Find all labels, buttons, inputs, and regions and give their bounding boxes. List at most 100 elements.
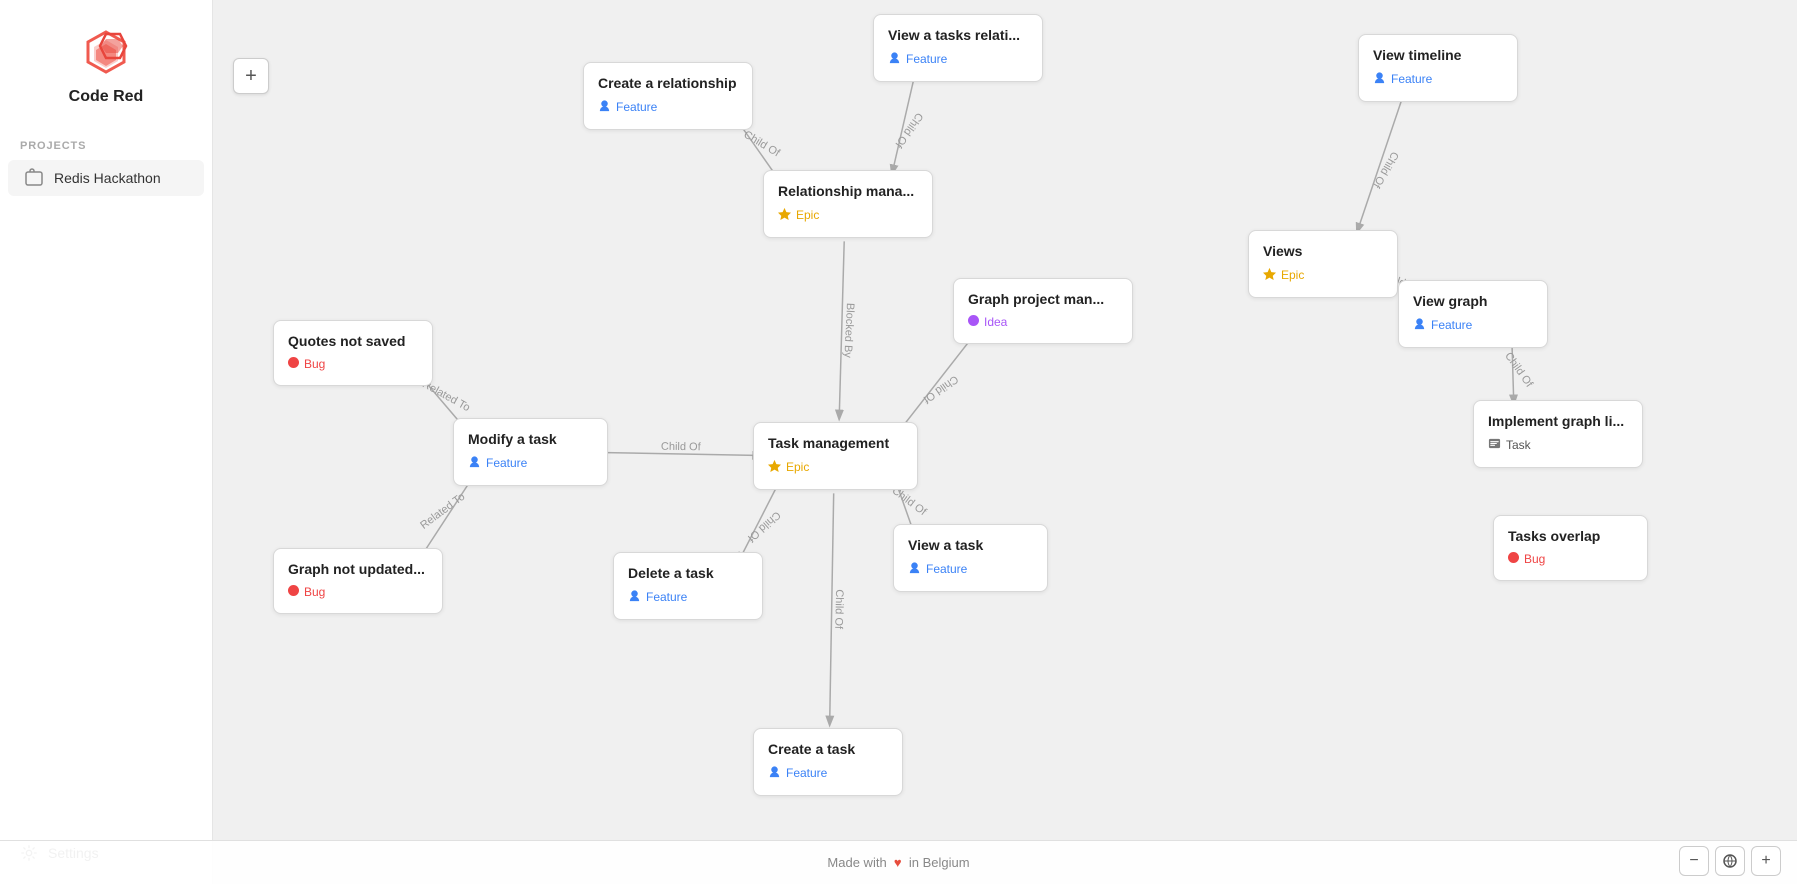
edge-view-tasks-rel-relationship-mana [892,79,914,174]
badge-label: Feature [926,562,967,576]
badge-label: Feature [786,766,827,780]
epic-icon [768,459,781,472]
edge-view-graph-implement-graph [1512,345,1514,404]
badge-label: Task [1506,438,1531,452]
node-badge: Idea [968,313,1007,331]
task-icon [1488,437,1501,450]
node-view-tasks-rel[interactable]: View a tasks relati... Feature [873,14,1043,82]
feature-icon [598,99,611,112]
edge-label-create-relationship-relationship-mana: Child Of [741,129,782,160]
badge-label: Epic [1281,268,1304,282]
node-badge: Bug [1508,550,1545,568]
project-icon [24,168,44,188]
node-tasks-overlap[interactable]: Tasks overlap Bug [1493,515,1648,581]
node-view-a-task[interactable]: View a task Feature [893,524,1048,592]
edge-label-view-tasks-rel-relationship-mana: Child Of [892,110,925,150]
zoom-out-button[interactable]: − [1679,846,1709,876]
edge-label-view-timeline-views: Child Of [1370,149,1401,190]
badge-label: Feature [1391,72,1432,86]
edge-label-task-management-delete-a-task: Child Of [744,509,782,545]
zoom-reset-button[interactable] [1715,846,1745,876]
badge-icon-epic [768,459,781,475]
badge-icon-feature [598,99,611,115]
node-badge: Bug [288,355,325,373]
edge-task-management-create-a-task [830,493,834,724]
node-title: Task management [768,435,903,451]
badge-label: Feature [646,590,687,604]
node-badge: Feature [908,559,967,579]
feature-icon [768,765,781,778]
badge-label: Feature [486,456,527,470]
edge-graph-not-updated-modify-task [419,474,474,559]
idea-icon [968,315,979,326]
projects-section-label: PROJECTS [0,122,212,158]
edge-label-modify-task-task-management: Child Of [661,441,702,454]
zoom-controls: − + [1679,846,1781,876]
node-title: View a task [908,537,1033,553]
badge-icon-epic [1263,267,1276,283]
badge-icon-feature [908,561,921,577]
node-create-relationship[interactable]: Create a relationship Feature [583,62,753,130]
sidebar-item-redis-hackathon[interactable]: Redis Hackathon [8,160,204,196]
node-badge: Feature [598,97,657,117]
add-button[interactable]: + [233,58,269,94]
node-title: Create a task [768,741,888,757]
node-title: View graph [1413,293,1533,309]
node-view-timeline[interactable]: View timeline Feature [1358,34,1518,102]
node-implement-graph[interactable]: Implement graph li... Task [1473,400,1643,468]
edge-task-management-delete-a-task [739,481,780,562]
edge-view-timeline-views [1357,100,1401,231]
badge-label: Epic [786,460,809,474]
node-badge: Feature [888,49,947,69]
app-logo [78,24,134,80]
node-delete-a-task[interactable]: Delete a task Feature [613,552,763,620]
node-title: Relationship mana... [778,183,918,199]
feature-icon [1413,317,1426,330]
zoom-in-button[interactable]: + [1751,846,1781,876]
badge-label: Bug [304,357,325,371]
node-title: Modify a task [468,431,593,447]
node-title: Graph not updated... [288,561,428,577]
node-modify-task[interactable]: Modify a task Feature [453,418,608,486]
badge-label: Bug [1524,552,1545,566]
badge-icon-feature [768,765,781,781]
badge-label: Idea [984,315,1007,329]
node-title: Views [1263,243,1383,259]
node-title: Implement graph li... [1488,413,1628,429]
badge-icon-feature [468,455,481,471]
badge-label: Feature [1431,318,1472,332]
globe-icon [1722,853,1738,869]
node-title: Create a relationship [598,75,738,91]
badge-label: Epic [796,208,819,222]
logo-area: Code Red [0,0,212,122]
badge-icon-bug [288,357,299,371]
node-badge: Feature [628,587,687,607]
node-badge: Task [1488,435,1531,455]
node-badge: Feature [1373,69,1432,89]
badge-icon-epic [778,207,791,223]
edge-graph-project-man-task-management [896,332,976,435]
footer-text: Made with ♥ in Belgium [827,855,969,870]
badge-label: Feature [906,52,947,66]
node-badge: Bug [288,583,325,601]
node-task-management[interactable]: Task management Epic [753,422,918,490]
node-view-graph[interactable]: View graph Feature [1398,280,1548,348]
badge-label: Feature [616,100,657,114]
epic-icon [778,207,791,220]
heart-icon: ♥ [894,855,902,870]
node-graph-not-updated[interactable]: Graph not updated... Bug [273,548,443,614]
node-create-a-task[interactable]: Create a task Feature [753,728,903,796]
footer-bar: Made with ♥ in Belgium [0,840,1797,884]
node-title: Graph project man... [968,291,1118,307]
node-graph-project-man[interactable]: Graph project man... Idea [953,278,1133,344]
node-relationship-mana[interactable]: Relationship mana... Epic [763,170,933,238]
badge-icon-feature [888,51,901,67]
badge-icon-bug [1508,552,1519,566]
app-name: Code Red [69,88,144,106]
node-quotes-not-saved[interactable]: Quotes not saved Bug [273,320,433,386]
badge-icon-feature [1373,71,1386,87]
badge-icon-bug [288,585,299,599]
node-badge: Epic [778,205,819,225]
node-views[interactable]: Views Epic [1248,230,1398,298]
node-title: Tasks overlap [1508,528,1633,544]
